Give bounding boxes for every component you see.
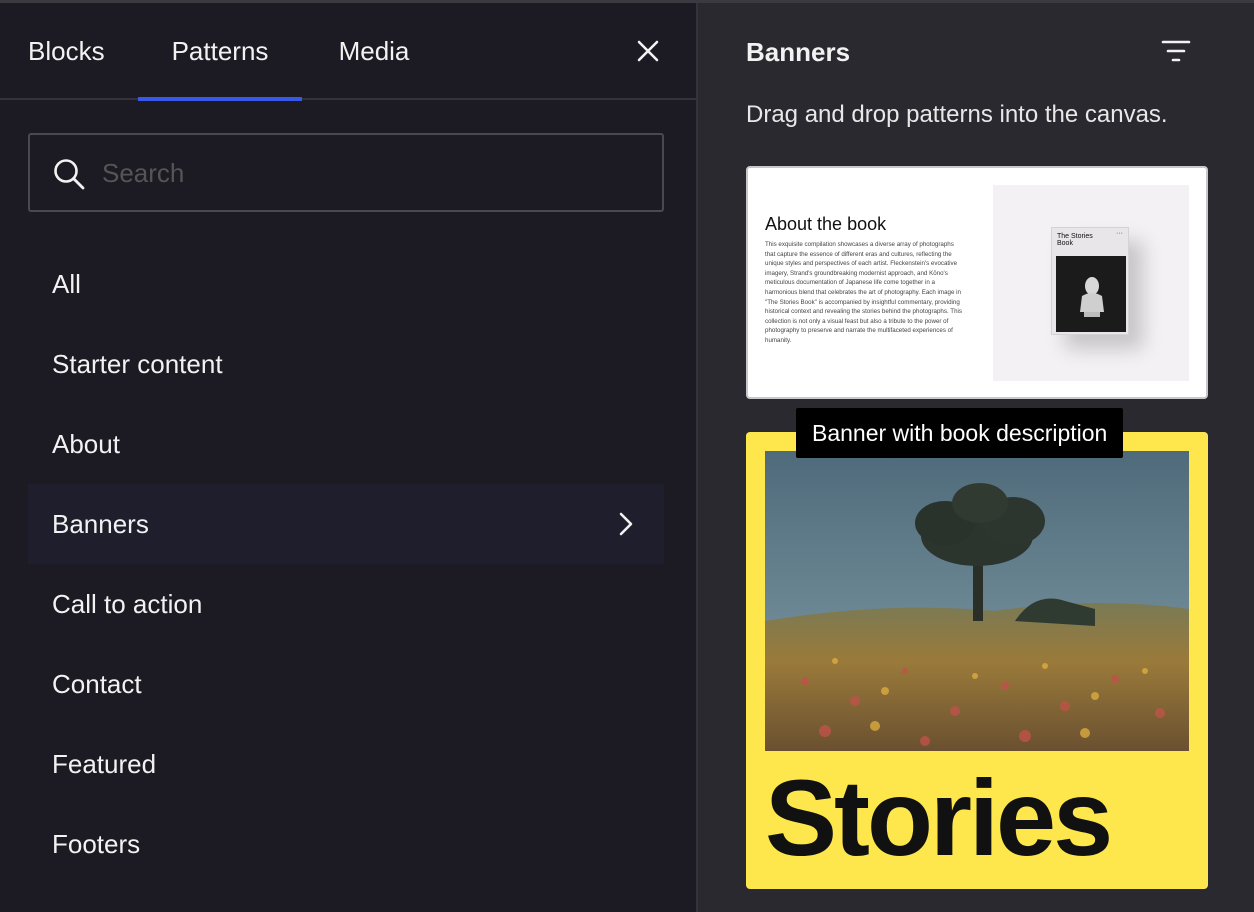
category-label: Featured [52,749,157,779]
category-label: Call to action [52,589,203,619]
category-item-all[interactable]: All [28,244,664,324]
book-photo [1056,256,1126,332]
inserter-sidebar: Blocks Patterns Media All Starter conten… [0,3,696,912]
book-image: The Stories Book ··· [993,185,1189,381]
pattern-card-book-description[interactable]: About the book This exquisite compilatio… [746,166,1208,399]
inserter-tabs: Blocks Patterns Media [0,3,696,101]
banner-heading: Stories [765,757,1113,878]
category-label: About [52,429,120,459]
search-box [28,133,664,212]
tab-media[interactable]: Media [330,3,418,100]
category-label: Banners [52,509,149,539]
category-label: Footers [52,829,141,859]
panel-title: Banners [746,37,851,67]
active-tab-indicator [138,97,302,101]
pattern-tooltip: Banner with book description [796,408,1124,458]
bust-sculpture-image [1080,277,1104,317]
landscape-photo [765,451,1189,751]
pattern-body-text: This exquisite compilation showcases a d… [765,241,962,344]
category-item-banners[interactable]: Banners [28,484,664,564]
category-label: Contact [52,669,142,699]
book-dots: ··· [1116,230,1123,237]
tab-blocks[interactable]: Blocks [28,3,108,100]
category-item-call-to-action[interactable]: Call to action [28,564,664,644]
category-item-about[interactable]: About [28,404,664,484]
chevron-right-icon [619,512,633,536]
category-item-featured[interactable]: Featured [28,724,664,804]
category-item-footers[interactable]: Footers [28,804,664,884]
book-title: The Stories Book [1057,233,1093,247]
close-icon [637,40,659,62]
tree-field-image [765,451,1189,751]
search-input[interactable] [102,149,642,197]
category-label: Starter content [52,349,223,379]
category-list: All Starter content About Banners Call t… [28,244,664,884]
category-item-contact[interactable]: Contact [28,644,664,724]
search-icon [54,159,85,190]
tab-patterns[interactable]: Patterns [138,3,302,100]
panel-description: Drag and drop patterns into the canvas. [746,101,1168,128]
category-item-starter-content[interactable]: Starter content [28,324,664,404]
category-label: All [52,269,81,299]
pattern-card-stories-banner[interactable]: Stories [746,432,1208,889]
book-cover: The Stories Book ··· [1051,227,1129,335]
close-button[interactable] [630,33,666,69]
filter-icon[interactable] [1160,37,1192,67]
pattern-preview-panel: Banners Drag and drop patterns into the … [698,3,1254,912]
pattern-heading: About the book [765,214,887,234]
